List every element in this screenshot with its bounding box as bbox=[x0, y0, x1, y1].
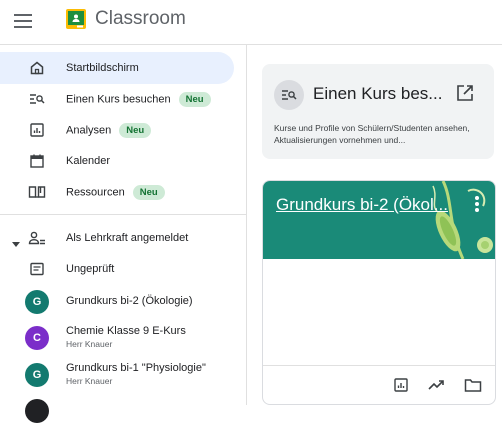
sidebar-course-item[interactable]: C Chemie Klasse 9 E-Kurs Herr Knauer bbox=[0, 320, 246, 354]
new-badge: Neu bbox=[119, 122, 152, 138]
main-menu-button[interactable] bbox=[11, 9, 35, 33]
sidebar-course-item[interactable]: G Grundkurs bi-1 "Physiologie" Herr Knau… bbox=[0, 357, 246, 391]
trending-up-icon[interactable] bbox=[426, 374, 448, 396]
caret-down-icon bbox=[12, 235, 20, 253]
people-icon bbox=[28, 229, 46, 247]
sidebar-course-item[interactable]: G Grundkurs bi-2 (Ökologie) bbox=[0, 285, 246, 319]
sidebar-item-label: Ungeprüft bbox=[66, 263, 115, 275]
calendar-icon bbox=[28, 152, 46, 170]
inbox-icon bbox=[28, 260, 46, 278]
visit-course-card[interactable]: Einen Kurs bes... Kurse und Profile von … bbox=[262, 64, 494, 159]
sidebar-item-home[interactable]: Startbildschirm bbox=[0, 52, 234, 84]
classroom-logo-icon bbox=[66, 9, 86, 29]
course-avatar: G bbox=[25, 290, 49, 314]
sidebar-item-resources[interactable]: Ressourcen Neu bbox=[0, 176, 234, 208]
sidebar-item-calendar[interactable]: Kalender bbox=[0, 145, 234, 177]
sidebar-item-label: Ressourcen bbox=[66, 185, 125, 198]
sidebar-divider bbox=[0, 214, 246, 215]
course-avatar-partial[interactable] bbox=[25, 399, 49, 423]
course-teacher: Herr Knauer bbox=[66, 339, 113, 349]
sidebar-section-label: Als Lehrkraft angemeldet bbox=[66, 232, 189, 244]
course-name: Grundkurs bi-2 (Ökologie) bbox=[66, 295, 193, 307]
sidebar-item-text: Einen Kurs besuchen Neu bbox=[66, 91, 211, 107]
visit-course-title: Einen Kurs bes... bbox=[313, 84, 443, 103]
sidebar-item-label: Analysen bbox=[66, 123, 112, 136]
course-teacher: Herr Knauer bbox=[66, 376, 113, 386]
course-card[interactable]: Grundkurs bi-2 (Ökol... bbox=[262, 180, 496, 405]
visit-course-description: Kurse und Profile von Schülern/Studenten… bbox=[274, 123, 470, 145]
list-search-icon bbox=[28, 90, 46, 108]
hamburger-menu-icon bbox=[14, 14, 32, 28]
sidebar-item-analytics[interactable]: Analysen Neu bbox=[0, 114, 234, 146]
sidebar-item-text: Analysen Neu bbox=[66, 122, 152, 138]
sidebar-item-label: Einen Kurs besuchen bbox=[66, 92, 171, 105]
app-title: Classroom bbox=[95, 8, 186, 29]
home-icon bbox=[28, 59, 46, 77]
analytics-icon bbox=[28, 121, 46, 139]
course-card-header: Grundkurs bi-2 (Ökol... bbox=[263, 181, 495, 259]
folder-icon[interactable] bbox=[462, 374, 484, 396]
sidebar-item-label: Startbildschirm bbox=[66, 62, 139, 74]
new-badge: Neu bbox=[178, 91, 211, 107]
sidebar-item-visit-course[interactable]: Einen Kurs besuchen Neu bbox=[0, 83, 234, 115]
analytics-icon[interactable] bbox=[390, 374, 412, 396]
course-name: Grundkurs bi-1 "Physiologie" bbox=[66, 362, 206, 374]
sidebar-section-teaching[interactable]: Als Lehrkraft angemeldet bbox=[0, 222, 246, 254]
sidebar-divider-vertical bbox=[246, 45, 247, 405]
course-card-title[interactable]: Grundkurs bi-2 (Ökol... bbox=[276, 195, 448, 215]
more-vert-icon[interactable] bbox=[469, 193, 485, 215]
course-avatar: G bbox=[25, 363, 49, 387]
sidebar-item-unreviewed[interactable]: Ungeprüft bbox=[0, 253, 234, 285]
sidebar-item-label: Kalender bbox=[66, 155, 111, 167]
list-search-icon bbox=[274, 80, 304, 110]
pea-plant-illustration bbox=[432, 181, 493, 259]
new-badge: Neu bbox=[132, 184, 165, 200]
classroom-logo[interactable] bbox=[66, 9, 86, 29]
course-name: Chemie Klasse 9 E-Kurs bbox=[66, 325, 186, 337]
course-card-footer-divider bbox=[263, 365, 495, 366]
course-avatar: C bbox=[25, 326, 49, 350]
open-in-new-icon[interactable] bbox=[455, 83, 475, 103]
top-app-bar: Classroom bbox=[0, 0, 502, 44]
sidebar-item-text: Ressourcen Neu bbox=[66, 184, 165, 200]
book-icon bbox=[28, 183, 46, 201]
sidebar: Startbildschirm Einen Kurs besuchen Neu A… bbox=[0, 45, 246, 405]
